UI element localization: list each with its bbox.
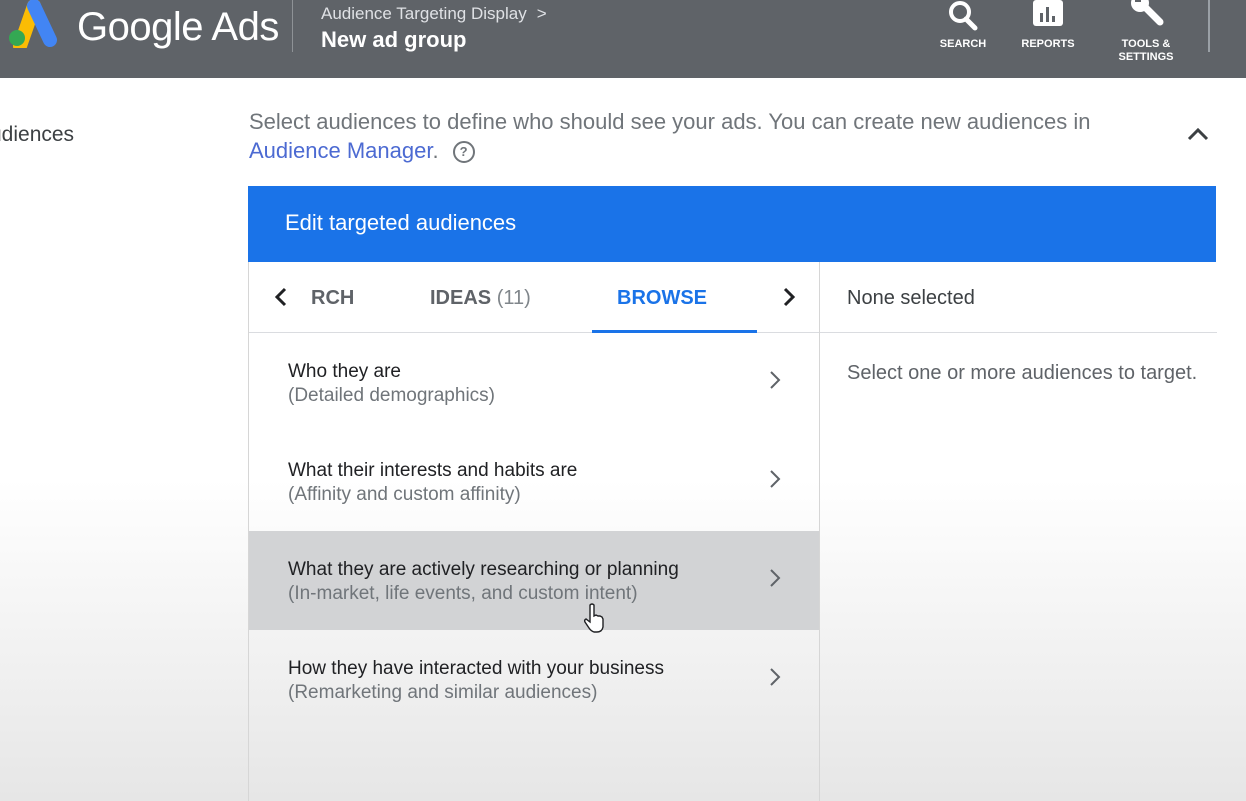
tools-settings-button[interactable]: TOOLS & SETTINGS <box>1108 0 1184 64</box>
chevron-right-icon <box>770 569 781 587</box>
tab-ideas-label: IDEAS <box>430 287 492 309</box>
list-item-researching-planning[interactable]: What they are actively researching or pl… <box>249 531 819 630</box>
reports-button[interactable]: REPORTS <box>1015 0 1081 51</box>
header-divider <box>292 0 293 52</box>
chevron-right-icon[interactable] <box>777 286 799 308</box>
chevron-up-icon[interactable] <box>1185 124 1211 144</box>
breadcrumb-chevron-icon: > <box>536 4 547 23</box>
search-icon <box>949 1 978 31</box>
row-title: What their interests and habits are <box>288 460 578 481</box>
description-text: Select audiences to define who should se… <box>249 109 1091 134</box>
row-title: Who they are <box>288 361 401 382</box>
row-subtitle: (Remarketing and similar audiences) <box>288 682 598 703</box>
reports-icon <box>1033 0 1063 26</box>
tab-browse-label: BROWSE <box>617 287 707 309</box>
selected-hint: Select one or more audiences to target. <box>847 362 1198 384</box>
selected-divider <box>820 332 1217 333</box>
row-subtitle: (Detailed demographics) <box>288 385 495 406</box>
reports-label: REPORTS <box>1021 38 1075 50</box>
row-subtitle: (Affinity and custom affinity) <box>288 484 521 505</box>
google-ads-logo-icon[interactable] <box>6 0 58 48</box>
hand-pointer-icon <box>583 603 604 633</box>
tools-label-line1: TOOLS & <box>1121 38 1171 50</box>
tab-ideas[interactable]: IDEAS (11) <box>430 286 531 310</box>
panel-title: Edit targeted audiences <box>285 210 517 235</box>
browse-pane: RCH IDEAS (11) BROWSE Who they are (Deta… <box>249 262 820 801</box>
description-period: . <box>432 138 439 163</box>
wrench-icon <box>1131 0 1164 26</box>
tab-ideas-count: (11) <box>496 287 531 309</box>
selected-pane: None selected Select one or more audienc… <box>820 262 1217 801</box>
tools-label-line2: SETTINGS <box>1118 51 1174 63</box>
search-button[interactable]: SEARCH <box>934 0 992 51</box>
tab-search-label: RCH <box>311 287 355 309</box>
chevron-right-icon <box>770 371 781 389</box>
help-icon[interactable]: ? <box>452 141 475 163</box>
chevron-right-icon <box>770 470 781 488</box>
tab-bar: RCH IDEAS (11) BROWSE <box>249 262 819 333</box>
section-description: Select audiences to define who should se… <box>249 107 1149 165</box>
list-item-interests-habits[interactable]: What their interests and habits are (Aff… <box>249 432 819 531</box>
header-right-divider <box>1208 0 1210 52</box>
panel-header: Edit targeted audiences <box>248 186 1216 262</box>
audience-manager-link[interactable]: Audience Manager <box>249 138 432 163</box>
top-bar: Google Ads Audience Targeting Display > N… <box>0 0 1246 78</box>
tab-browse[interactable]: BROWSE <box>617 286 707 310</box>
breadcrumb[interactable]: Audience Targeting Display > <box>321 3 547 25</box>
selected-header: None selected <box>847 287 975 309</box>
row-title: How they have interacted with your busin… <box>288 658 664 679</box>
row-title: What they are actively researching or pl… <box>288 559 679 580</box>
breadcrumb-campaign[interactable]: Audience Targeting Display <box>321 4 527 23</box>
section-label-audiences: udiences <box>0 123 75 146</box>
list-item-who-they-are[interactable]: Who they are (Detailed demographics) <box>249 333 819 432</box>
chevron-left-icon[interactable] <box>271 286 293 308</box>
page-title: New ad group <box>321 27 467 52</box>
audience-panel: RCH IDEAS (11) BROWSE Who they are (Deta… <box>248 262 1217 801</box>
search-label: SEARCH <box>939 38 987 50</box>
list-item-interacted-business[interactable]: How they have interacted with your busin… <box>249 630 819 729</box>
chevron-right-icon <box>770 668 781 686</box>
logo-text[interactable]: Google Ads <box>77 3 279 51</box>
tab-search[interactable]: RCH <box>311 286 354 310</box>
